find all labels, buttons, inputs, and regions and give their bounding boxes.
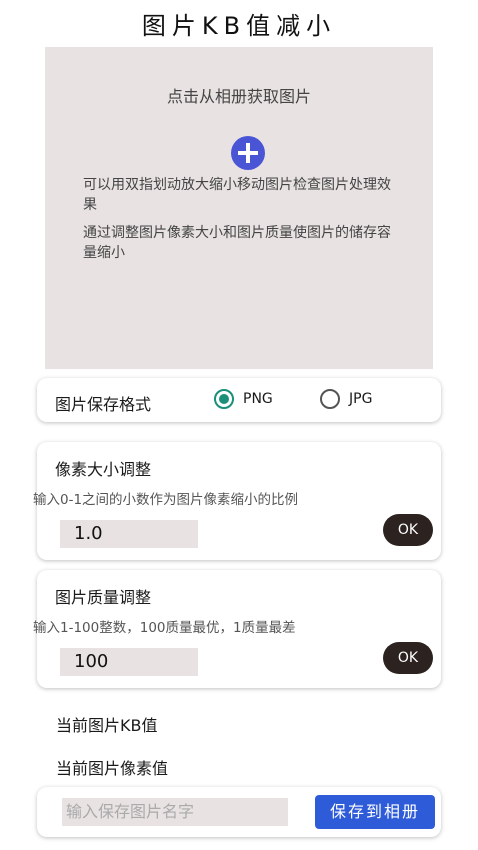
pick-image-text: 点击从相册获取图片: [166, 87, 311, 106]
image-preview[interactable]: 点击从相册获取图片 可以用双指划动放大缩小移动图片检查图片处理效果 通过调整图片…: [45, 47, 433, 369]
hint-compress: 通过调整图片像素大小和图片质量使图片的储存容量缩小: [83, 225, 391, 261]
radio-png[interactable]: PNG: [214, 389, 273, 409]
radio-checked-icon: [214, 389, 234, 409]
pixel-title: 像素大小调整: [55, 460, 152, 479]
radio-png-label: PNG: [243, 391, 273, 407]
quality-ok-button[interactable]: OK: [383, 642, 433, 674]
pixel-card: 像素大小调整 输入0-1之间的小数作为图片像素缩小的比例 1.0 OK: [33, 442, 441, 560]
save-to-album-button[interactable]: 保存到相册: [315, 795, 435, 829]
pixel-ok-button[interactable]: OK: [383, 514, 433, 546]
add-image-icon[interactable]: [231, 136, 265, 170]
pixel-desc: 输入0-1之间的小数作为图片像素缩小的比例: [33, 492, 299, 508]
current-kb-label: 当前图片KB值: [56, 716, 158, 735]
radio-unchecked-icon: [320, 389, 340, 409]
save-bar: 输入保存图片名字 保存到相册: [37, 787, 441, 837]
format-label: 图片保存格式: [55, 395, 152, 414]
quality-title: 图片质量调整: [55, 588, 152, 607]
quality-card: 图片质量调整 输入1-100整数，100质量最优，1质量最差 100 OK: [33, 570, 441, 688]
radio-jpg-label: JPG: [349, 391, 373, 407]
hint-zoom: 可以用双指划动放大缩小移动图片检查图片处理效果: [83, 177, 391, 213]
format-card: 图片保存格式 PNG JPG: [37, 378, 441, 422]
current-pixel-label: 当前图片像素值: [56, 759, 169, 778]
page-title: 图片KB值减小: [141, 12, 337, 40]
filename-input[interactable]: 输入保存图片名字: [62, 798, 288, 826]
radio-jpg[interactable]: JPG: [320, 389, 372, 409]
quality-desc: 输入1-100整数，100质量最优，1质量最差: [33, 620, 296, 636]
pixel-input[interactable]: 1.0: [60, 520, 198, 548]
quality-input[interactable]: 100: [60, 648, 198, 676]
